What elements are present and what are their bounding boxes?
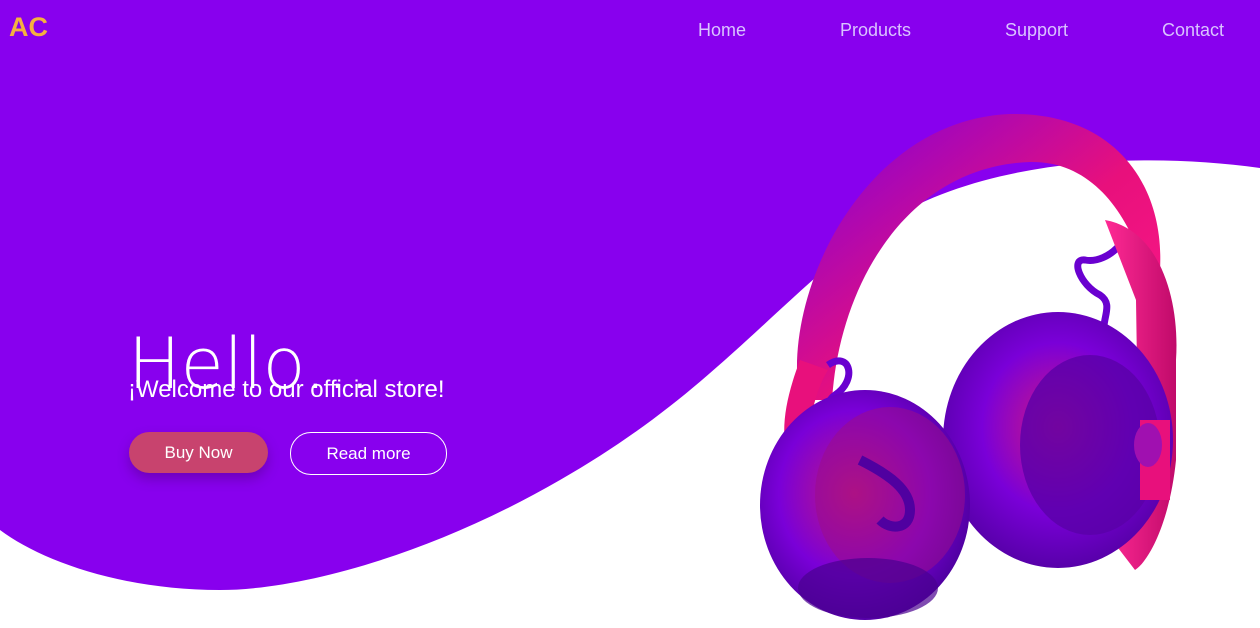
read-more-button[interactable]: Read more [290, 432, 447, 475]
nav-item-products[interactable]: Products [840, 20, 911, 41]
nav-item-contact[interactable]: Contact [1162, 20, 1224, 41]
nav-item-support[interactable]: Support [1005, 20, 1068, 41]
nav-item-home[interactable]: Home [698, 20, 746, 41]
hero-subtitle: ¡Welcome to our official store! [128, 376, 445, 403]
buy-now-button[interactable]: Buy Now [129, 432, 268, 473]
landing-page: AC Home Products Support Contact Hello..… [0, 0, 1260, 628]
main-nav: Home Products Support Contact [0, 20, 1260, 44]
headphones-image [760, 113, 1177, 620]
